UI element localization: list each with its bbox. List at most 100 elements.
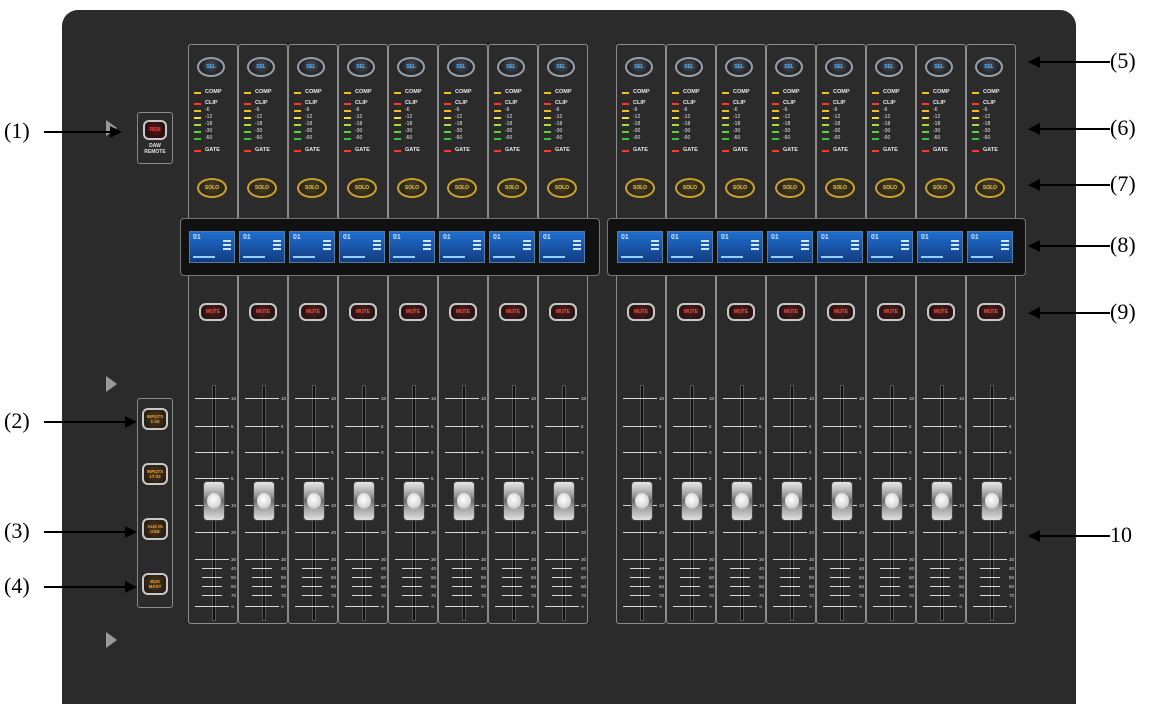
meter-label: -12	[933, 114, 941, 120]
mute-button[interactable]: MUTE	[877, 303, 905, 321]
fader-cap[interactable]	[781, 481, 803, 521]
meter-label: CLIP	[683, 100, 696, 106]
solo-button-label: SOLO	[254, 185, 270, 191]
meter-label: -6	[783, 107, 788, 113]
mute-button[interactable]: MUTE	[777, 303, 805, 321]
meter-led	[194, 110, 201, 112]
meter-led	[922, 110, 929, 112]
solo-button[interactable]: SOLO	[547, 178, 577, 198]
fader-tick	[723, 606, 757, 607]
meter-label: GATE	[933, 147, 948, 153]
fader-scale-label: 0	[281, 450, 284, 455]
meter-label: COMP	[255, 89, 272, 95]
mute-button-label: MUTE	[455, 309, 471, 315]
fader-scale-label: ∞	[659, 604, 663, 609]
mute-button[interactable]: MUTE	[499, 303, 527, 321]
solo-button[interactable]: SOLO	[675, 178, 705, 198]
mute-button[interactable]: MUTE	[727, 303, 755, 321]
meter-label: GATE	[455, 147, 470, 153]
mute-button[interactable]: MUTE	[249, 303, 277, 321]
solo-button[interactable]: SOLO	[875, 178, 905, 198]
mute-button-label: MUTE	[733, 309, 749, 315]
fader-cap[interactable]	[731, 481, 753, 521]
fader-cap[interactable]	[931, 481, 953, 521]
channel-lcd: 01	[239, 231, 285, 263]
mute-button[interactable]: MUTE	[677, 303, 705, 321]
fader-tick	[723, 532, 757, 533]
channel-lcd: 01	[767, 231, 813, 263]
fader-tick	[202, 595, 222, 596]
solo-button[interactable]: SOLO	[347, 178, 377, 198]
mute-button[interactable]: MUTE	[349, 303, 377, 321]
fader-scale-label: 10	[709, 503, 715, 508]
fader-scale-label: 50	[709, 575, 715, 580]
fader-cap[interactable]	[453, 481, 475, 521]
meter-led	[872, 131, 879, 133]
daw-remote-button[interactable]: REM	[143, 120, 167, 140]
meter-label: -6	[355, 107, 360, 113]
solo-button[interactable]: SOLO	[625, 178, 655, 198]
mute-button[interactable]: MUTE	[977, 303, 1005, 321]
mute-button[interactable]: MUTE	[299, 303, 327, 321]
fader-scale-label: 60	[431, 584, 437, 589]
fader-cap[interactable]	[681, 481, 703, 521]
mute-button[interactable]: MUTE	[449, 303, 477, 321]
fader-scale-label: 70	[1009, 593, 1015, 598]
meter-led	[494, 150, 501, 152]
meter-led	[294, 150, 301, 152]
fader-cap[interactable]	[403, 481, 425, 521]
layer-button[interactable]: AUX IN USB	[142, 518, 168, 540]
solo-button[interactable]: SOLO	[725, 178, 755, 198]
meter-led	[344, 103, 351, 105]
fader-scale-label: 70	[859, 593, 865, 598]
fader-scale-label: 70	[959, 593, 965, 598]
mute-button[interactable]: MUTE	[627, 303, 655, 321]
meter-label: -18	[833, 121, 841, 127]
daw-label-line2: REMOTE	[144, 148, 166, 155]
fader-tick	[295, 606, 329, 607]
fader-cap[interactable]	[203, 481, 225, 521]
fader-scale-label: 5	[381, 476, 384, 481]
solo-button[interactable]: SOLO	[247, 178, 277, 198]
solo-button[interactable]: SOLO	[975, 178, 1005, 198]
fader-cap[interactable]	[631, 481, 653, 521]
solo-button[interactable]: SOLO	[197, 178, 227, 198]
fader-scale-label: 50	[1009, 575, 1015, 580]
channel-lcd: 01	[867, 231, 913, 263]
meter-led	[972, 110, 979, 112]
lcd-bars-icon	[273, 240, 281, 250]
fader-cap[interactable]	[981, 481, 1003, 521]
solo-button[interactable]: SOLO	[925, 178, 955, 198]
fader-cap[interactable]	[553, 481, 575, 521]
mute-button-label: MUTE	[783, 309, 799, 315]
layer-button[interactable]: INPUTS 1-16	[142, 408, 168, 430]
solo-button[interactable]: SOLO	[447, 178, 477, 198]
solo-button[interactable]: SOLO	[825, 178, 855, 198]
mute-button[interactable]: MUTE	[927, 303, 955, 321]
fader-cap[interactable]	[503, 481, 525, 521]
meter-led	[294, 124, 301, 126]
fader-tick	[673, 478, 707, 479]
fader-cap[interactable]	[881, 481, 903, 521]
fader-scale-label: 10	[659, 396, 665, 401]
meter-led	[972, 131, 979, 133]
mute-button[interactable]: MUTE	[549, 303, 577, 321]
fader-cap[interactable]	[831, 481, 853, 521]
fader-cap[interactable]	[253, 481, 275, 521]
meter-label: -6	[305, 107, 310, 113]
fader-cap[interactable]	[303, 481, 325, 521]
fader-tick	[730, 586, 750, 587]
layer-button[interactable]: INPUTS 17-32	[142, 463, 168, 485]
meter-led	[294, 110, 301, 112]
mute-button[interactable]: MUTE	[199, 303, 227, 321]
solo-button[interactable]: SOLO	[497, 178, 527, 198]
channel-lcd: 01	[667, 231, 713, 263]
meter-label: -12	[305, 114, 313, 120]
mute-button[interactable]: MUTE	[399, 303, 427, 321]
fader-cap[interactable]	[353, 481, 375, 521]
layer-button[interactable]: BUS MAST	[142, 573, 168, 595]
mute-button[interactable]: MUTE	[827, 303, 855, 321]
solo-button[interactable]: SOLO	[397, 178, 427, 198]
solo-button[interactable]: SOLO	[775, 178, 805, 198]
solo-button[interactable]: SOLO	[297, 178, 327, 198]
